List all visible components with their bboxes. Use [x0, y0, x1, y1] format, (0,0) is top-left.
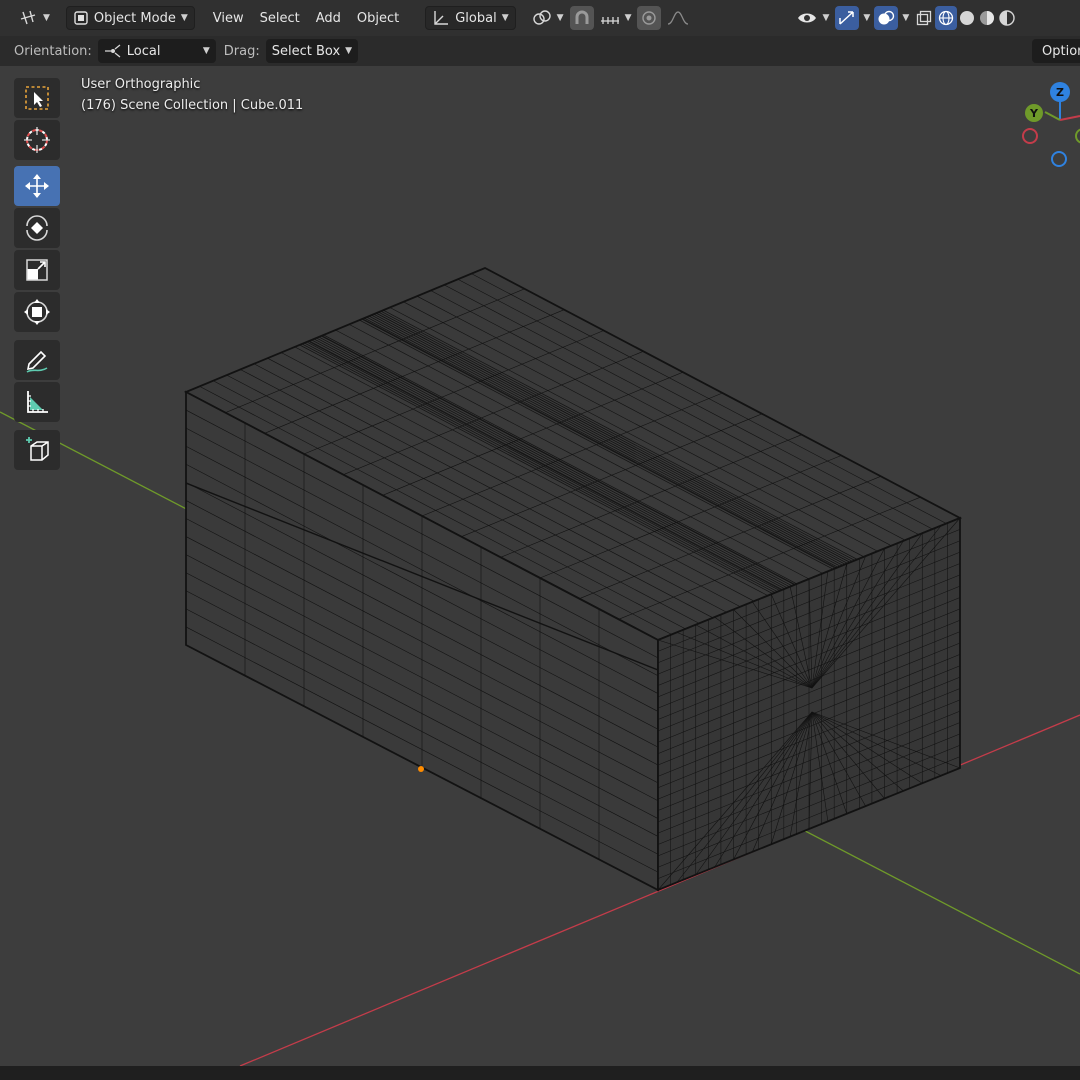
cursor-3d-icon: [23, 126, 51, 154]
shading-material-button[interactable]: [977, 6, 997, 30]
wireframe-sphere-icon: [938, 10, 954, 26]
options-label: Options: [1042, 43, 1080, 59]
scale-icon: [23, 256, 51, 284]
local-orientation-dropdown[interactable]: Local ▼: [97, 39, 216, 63]
chevron-down-icon: ▼: [822, 13, 830, 23]
falloff-dropdown[interactable]: [661, 6, 695, 30]
measure-tool[interactable]: [14, 382, 60, 422]
snap-target-dropdown[interactable]: ▼: [594, 6, 638, 30]
transform-icon: [23, 298, 51, 326]
chevron-down-icon: ▼: [863, 13, 871, 23]
select-box-tool[interactable]: [14, 78, 60, 118]
gizmo-y-label: Y: [1030, 106, 1038, 120]
rotate-tool[interactable]: [14, 208, 60, 248]
orientation-value: Local: [126, 43, 161, 59]
scale-tool[interactable]: [14, 250, 60, 290]
object-mode-icon: [73, 10, 89, 26]
status-bar: [0, 1066, 1080, 1080]
add-cube-tool[interactable]: [14, 430, 60, 470]
orientation-label: Global: [455, 10, 497, 26]
collection-info: (176) Scene Collection | Cube.011: [81, 98, 304, 113]
chevron-down-icon: ▼: [902, 13, 910, 23]
viewport-scene: [0, 267, 1080, 1066]
gizmo-dropdown[interactable]: ▼: [859, 6, 874, 30]
chevron-down-icon: ▼: [501, 13, 509, 23]
mesh-wireframe[interactable]: [183, 267, 963, 892]
annotate-pen-icon: [23, 346, 51, 374]
visibility-dropdown[interactable]: ▼: [791, 6, 835, 30]
overlays-toggle[interactable]: [874, 6, 899, 30]
chevron-down-icon: ▼: [556, 13, 564, 23]
pivot-point-dropdown[interactable]: ▼: [526, 6, 570, 30]
chevron-down-icon: ▼: [43, 13, 50, 23]
drag-value: Select Box: [271, 43, 341, 59]
chevron-down-icon: ▼: [345, 46, 353, 56]
menu-select[interactable]: Select: [252, 11, 308, 26]
gizmo-y-axis[interactable]: Y: [1025, 104, 1043, 122]
local-orientation-icon: [104, 44, 122, 58]
menu-object[interactable]: Object: [349, 11, 407, 26]
mode-label: Object Mode: [93, 10, 176, 26]
view-name: User Orthographic: [81, 77, 201, 92]
transform-tool[interactable]: [14, 292, 60, 332]
solid-sphere-icon: [959, 10, 975, 26]
gizmo-z-axis[interactable]: Z: [1050, 82, 1070, 102]
cursor-tool[interactable]: [14, 120, 60, 160]
rendered-sphere-icon: [999, 10, 1015, 26]
drag-setting-label: Drag:: [223, 43, 260, 59]
rotate-icon: [23, 214, 51, 242]
eye-icon: [797, 10, 817, 26]
shading-rendered-button[interactable]: [997, 6, 1017, 30]
transform-orientation-dropdown[interactable]: Global ▼: [425, 6, 516, 30]
overlays-dropdown[interactable]: ▼: [898, 6, 913, 30]
select-box-icon: [23, 84, 51, 112]
material-sphere-icon: [979, 10, 995, 26]
gizmo-neg-z-axis[interactable]: [1051, 151, 1067, 167]
falloff-curve-icon: [667, 10, 689, 26]
annotate-tool[interactable]: [14, 340, 60, 380]
options-button[interactable]: Options: [1032, 39, 1080, 63]
orientation-axes-icon: [432, 10, 450, 26]
snap-increment-icon: [600, 10, 620, 26]
navigation-gizmo[interactable]: Z Y: [1018, 80, 1080, 175]
pivot-link-icon: [532, 10, 552, 26]
proportional-edit-icon: [641, 10, 657, 26]
gizmo-neg-x-axis[interactable]: [1022, 128, 1038, 144]
gizmo-arrows-icon: [838, 10, 856, 26]
drag-mode-dropdown[interactable]: Select Box ▼: [265, 39, 359, 63]
chevron-down-icon: ▼: [180, 13, 188, 23]
editor-type-icon: [20, 10, 38, 26]
object-origin-dot: [418, 766, 424, 772]
chevron-down-icon: ▼: [624, 13, 632, 23]
shading-solid-button[interactable]: [957, 6, 977, 30]
menu-view[interactable]: View: [205, 11, 252, 26]
orientation-setting-label: Orientation:: [14, 43, 92, 59]
proportional-edit-toggle[interactable]: [637, 6, 662, 30]
add-cube-icon: [23, 436, 51, 464]
gizmo-z-label: Z: [1056, 85, 1064, 99]
xray-toggle[interactable]: [913, 6, 935, 30]
gizmo-toggle[interactable]: [835, 6, 860, 30]
measure-ruler-icon: [23, 388, 51, 416]
xray-icon: [916, 10, 932, 26]
editor-type-button[interactable]: ▼: [14, 6, 56, 30]
viewport-header: ▼ Object Mode ▼ View Select Add Object G…: [0, 0, 1080, 36]
magnet-icon: [574, 10, 590, 26]
overlays-icon: [877, 10, 895, 26]
3d-viewport[interactable]: [0, 66, 1080, 1066]
menu-add[interactable]: Add: [308, 11, 349, 26]
move-arrows-icon: [23, 172, 51, 200]
mode-dropdown[interactable]: Object Mode ▼: [65, 6, 195, 30]
tool-settings-bar: Orientation: Local ▼ Drag: Select Box ▼: [0, 36, 1080, 66]
chevron-down-icon: ▼: [202, 46, 210, 56]
snap-toggle[interactable]: [569, 6, 594, 30]
move-tool[interactable]: [14, 166, 60, 206]
shading-wireframe-button[interactable]: [935, 6, 958, 30]
